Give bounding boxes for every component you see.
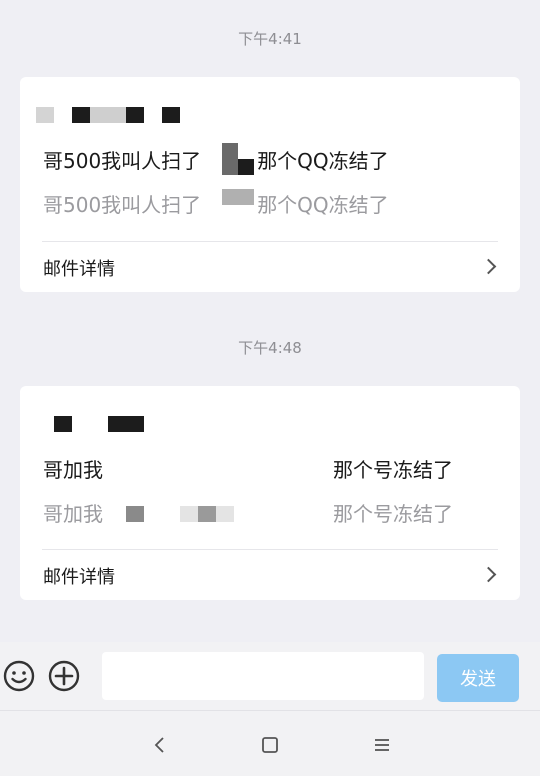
- send-button[interactable]: 发送: [437, 654, 519, 702]
- message-input[interactable]: [102, 652, 424, 700]
- redaction: [198, 506, 216, 522]
- mail-detail-link[interactable]: 邮件详情: [20, 242, 520, 292]
- chevron-right-icon: [480, 566, 497, 583]
- sender-redacted: [36, 416, 336, 434]
- mail-detail-link[interactable]: 邮件详情: [20, 550, 520, 600]
- mail-card[interactable]: 哥加我 那个号冻结了 哥加我 那个号冻结了 邮件详情: [20, 386, 520, 600]
- compose-bar: 发送: [0, 642, 540, 710]
- detail-label: 邮件详情: [43, 259, 115, 280]
- system-nav-bar: [0, 710, 540, 776]
- redaction: [222, 189, 254, 205]
- menu-icon[interactable]: [368, 731, 396, 759]
- mail-preview: 哥加我 那个号冻结了: [43, 502, 453, 526]
- chevron-right-icon: [480, 258, 497, 275]
- detail-label: 邮件详情: [43, 567, 115, 588]
- redaction: [126, 506, 144, 522]
- redaction: [222, 143, 238, 175]
- timestamp: 下午4:48: [238, 339, 302, 357]
- mail-card[interactable]: 哥500我叫人扫了 那个QQ冻结了 哥500我叫人扫了 那个QQ冻结了 邮件详情: [20, 77, 520, 292]
- home-icon[interactable]: [256, 731, 284, 759]
- mail-preview: 哥500我叫人扫了 那个QQ冻结了: [43, 193, 389, 217]
- plus-icon[interactable]: [48, 660, 80, 692]
- timestamp: 下午4:41: [238, 30, 302, 48]
- redaction: [238, 159, 254, 175]
- mail-subject: 哥500我叫人扫了 那个QQ冻结了: [43, 149, 389, 173]
- sender-redacted: [36, 107, 336, 125]
- back-icon[interactable]: [146, 731, 174, 759]
- mail-subject: 哥加我 那个号冻结了: [43, 458, 453, 482]
- emoji-icon[interactable]: [3, 660, 35, 692]
